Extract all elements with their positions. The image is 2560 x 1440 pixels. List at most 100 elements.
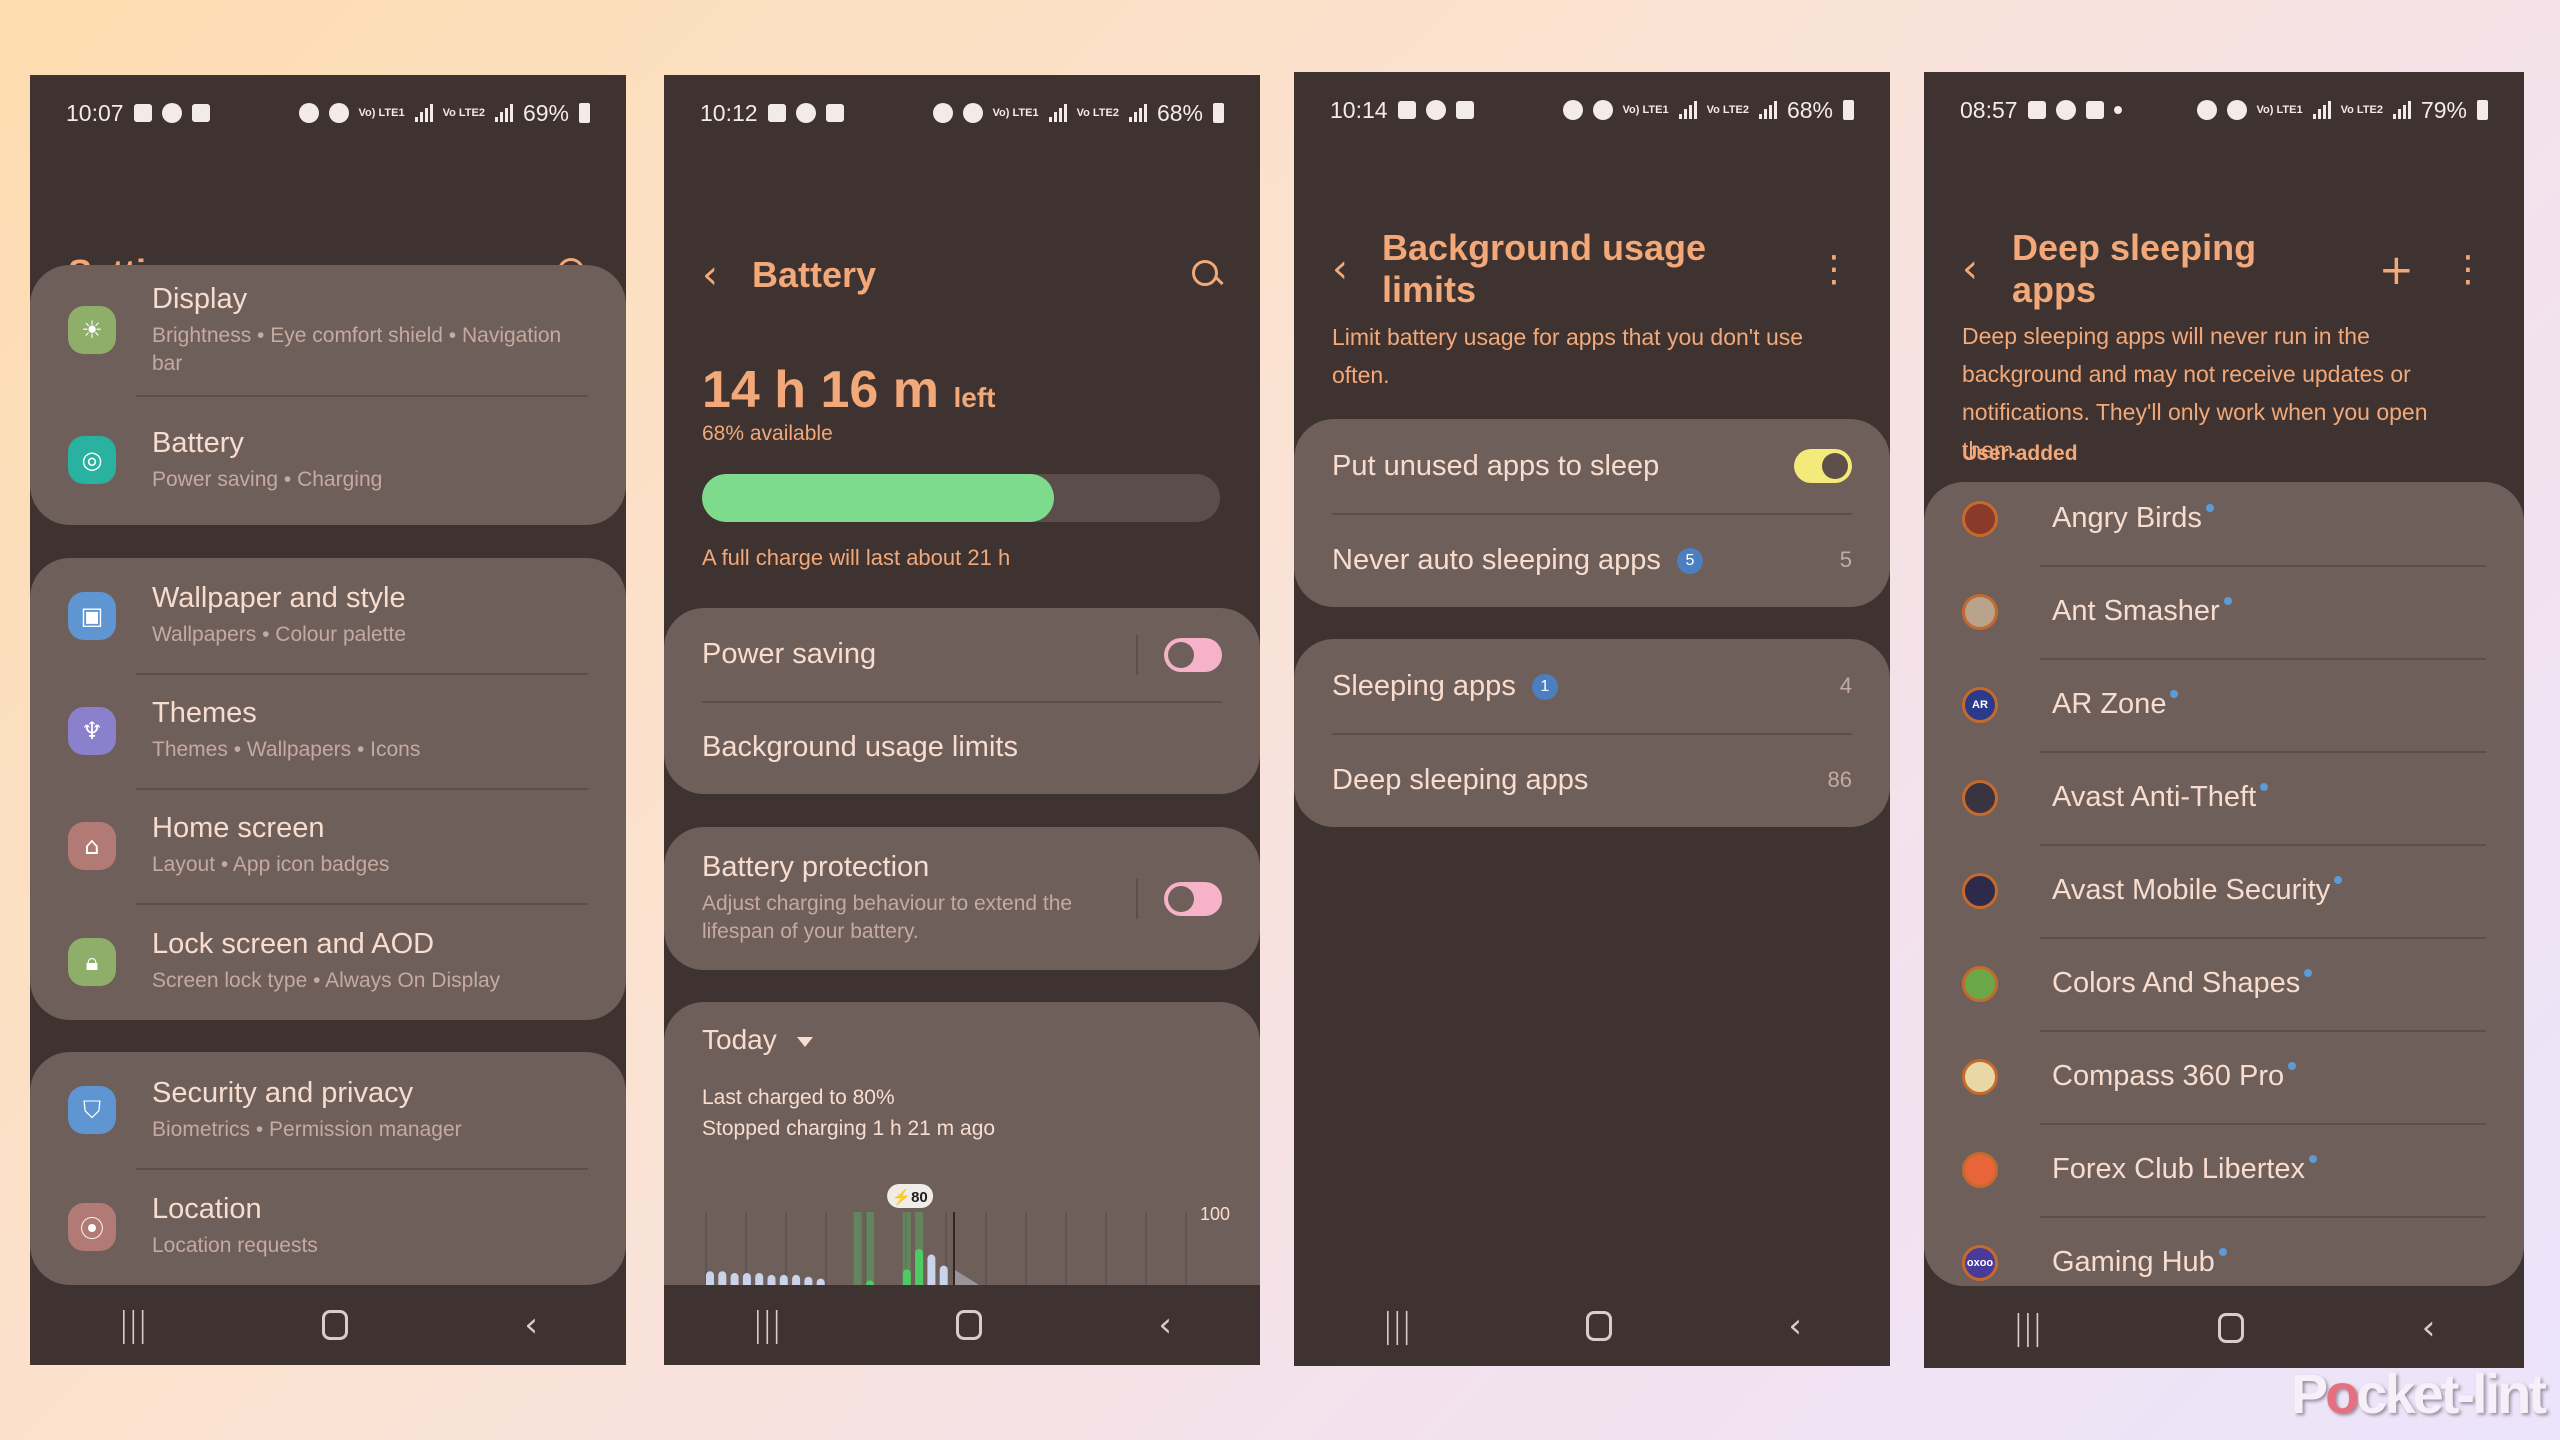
video-icon [825,104,844,122]
app-name: Colors And Shapes [2052,967,2301,999]
lte2-label: Vo LTE2 [1706,104,1749,116]
app-list-item[interactable]: Compass 360 Pro [1924,1030,2524,1123]
notification-dot-icon [2113,106,2122,114]
put-unused-apps-to-sleep-row[interactable]: Put unused apps to sleep [1294,419,1890,513]
new-indicator-dot [2205,504,2214,512]
lte2-label: Vo LTE2 [1076,107,1119,119]
add-icon[interactable]: + [2379,245,2414,294]
app-name: Avast Anti-Theft [2052,781,2257,813]
back-arrow-icon[interactable]: ‹ [1962,246,2012,292]
battery-percent: 68% [1156,99,1203,126]
settings-item-themes[interactable]: ♆ Themes Themes • Wallpapers • Icons [30,673,626,788]
back-button[interactable]: ‹ [1788,1306,1802,1346]
period-dropdown[interactable]: Today [702,1024,813,1056]
gallery-icon [767,104,786,122]
battery-status-icon [1213,103,1224,123]
home-button[interactable] [322,1310,349,1340]
app-list-item[interactable]: AR AR Zone [1924,658,2524,751]
app-list-item[interactable]: Colors And Shapes [1924,937,2524,1030]
app-count: 86 [1827,767,1852,792]
nav-bar: ||| ‹ [1924,1288,2524,1368]
more-options-icon[interactable]: ⋮ [2450,249,2486,290]
back-arrow-icon[interactable]: ‹ [702,252,752,298]
app-list-item[interactable]: Avast Mobile Security [1924,844,2524,937]
pocket-lint-logo: Pocket-lint [2290,1362,2547,1425]
never-auto-sleeping-apps-row[interactable]: Never auto sleeping apps 5 5 [1294,513,1890,607]
battery-percent: 68% [1786,96,1833,123]
power-saving-row[interactable]: Power saving [664,608,1260,701]
last-charged: Last charged to 80% [702,1086,895,1109]
more-options-icon[interactable]: ⋮ [1816,249,1852,290]
battery-protection-subtitle: Adjust charging behaviour to extend the … [702,892,1073,943]
battery-protection-toggle[interactable] [1164,881,1222,916]
settings-item-security-and-privacy[interactable]: ⛉ Security and privacy Biometrics • Permis… [30,1052,626,1168]
settings-item-title: Security and privacy [152,1076,414,1109]
settings-item-subtitle: Screen lock type • Always On Display [152,969,501,992]
battery-status-icon [1843,100,1854,120]
app-icon: AR [1962,686,1998,723]
app-list-item[interactable]: Ant Smasher [1924,565,2524,658]
back-button[interactable]: ‹ [1158,1305,1172,1345]
video-icon [1455,101,1474,119]
battery-protection-row[interactable]: Battery protection Adjust charging behav… [664,827,1260,970]
signal-icon [1128,104,1147,122]
settings-item-wallpaper-and-style[interactable]: ▣ Wallpaper and style Wallpapers • Colour … [30,558,626,673]
app-list-item[interactable]: Angry Birds [1924,482,2524,565]
display-sun-icon: ☀ [68,306,116,354]
settings-item-display[interactable]: ☀ Display Brightness • Eye comfort shield … [30,265,626,395]
settings-item-title: Location [152,1193,262,1225]
new-indicator-dot [2260,783,2269,791]
app-name: Compass 360 Pro [2052,1060,2285,1092]
sleeping-apps-row[interactable]: Sleeping apps 1 4 [1294,639,1890,733]
recents-button[interactable]: ||| [752,1305,782,1345]
settings-group: ⛉ Security and privacy Biometrics • Permis… [30,1052,626,1285]
put-unused-apps-toggle[interactable] [1794,449,1852,483]
power-saving-label: Power saving [702,638,877,670]
back-button[interactable]: ‹ [524,1305,538,1345]
power-saving-toggle[interactable] [1164,637,1222,672]
app-count: 5 [1839,547,1852,572]
background-usage-limits-row[interactable]: Background usage limits [664,701,1260,794]
settings-item-lock-screen-and-aod[interactable]: 🔒︎ Lock screen and AOD Screen lock type • … [30,903,626,1020]
lock-icon: 🔒︎ [68,937,116,986]
divider [1136,878,1138,919]
battery-percent: 79% [2420,96,2467,123]
app-list-item[interactable]: oxoo Gaming Hub [1924,1216,2524,1286]
deep-sleeping-apps-row[interactable]: Deep sleeping apps 86 [1294,733,1890,827]
home-button[interactable] [2218,1313,2245,1343]
home-button[interactable] [1586,1311,1613,1341]
page-description: Limit battery usage for apps that you do… [1332,324,1804,388]
status-bar: 10:14 Vo) LTE1 Vo LTE2 68% [1330,90,1854,130]
back-arrow-icon[interactable]: ‹ [1332,246,1382,292]
battery-status-icon [579,103,590,123]
search-icon[interactable] [1192,260,1222,290]
alarm-icon [1562,100,1583,120]
recents-button[interactable]: ||| [118,1305,148,1345]
sleeping-apps-label: Sleeping apps [1332,669,1516,702]
section-header: User-added [1962,442,2078,465]
time-left: 14 h 16 m left [702,360,995,420]
battery-icon: ◎ [68,436,116,484]
wallpaper-icon: ▣ [68,591,116,640]
settings-item-battery[interactable]: ◎ Battery Power saving • Charging [30,395,626,525]
recents-button[interactable]: ||| [2013,1308,2043,1348]
app-icon [1962,1151,1998,1188]
nav-bar: ||| ‹ [30,1285,626,1365]
home-button[interactable] [956,1310,983,1340]
app-list-item[interactable]: Avast Anti-Theft [1924,751,2524,844]
video-icon [2085,101,2104,119]
new-indicator-dot [2288,1062,2297,1070]
settings-item-subtitle: Power saving • Charging [152,467,383,491]
settings-item-location[interactable]: ⦿ Location Location requests [30,1168,626,1285]
battery-status-icon [2477,100,2488,120]
alarm-icon [298,103,319,123]
dropdown-arrow-icon [796,1036,813,1047]
app-list-item[interactable]: Forex Club Libertex [1924,1123,2524,1216]
status-bar: 08:57 Vo) LTE1 Vo LTE2 79% [1960,90,2488,130]
recents-button[interactable]: ||| [1382,1306,1412,1346]
deep-sleeping-apps-label: Deep sleeping apps [1332,763,1589,796]
back-button[interactable]: ‹ [2422,1308,2436,1348]
settings-item-home-screen[interactable]: ⌂ Home screen Layout • App icon badges [30,788,626,903]
app-icon [1962,965,1998,1002]
new-indicator-dot [2309,1155,2318,1163]
